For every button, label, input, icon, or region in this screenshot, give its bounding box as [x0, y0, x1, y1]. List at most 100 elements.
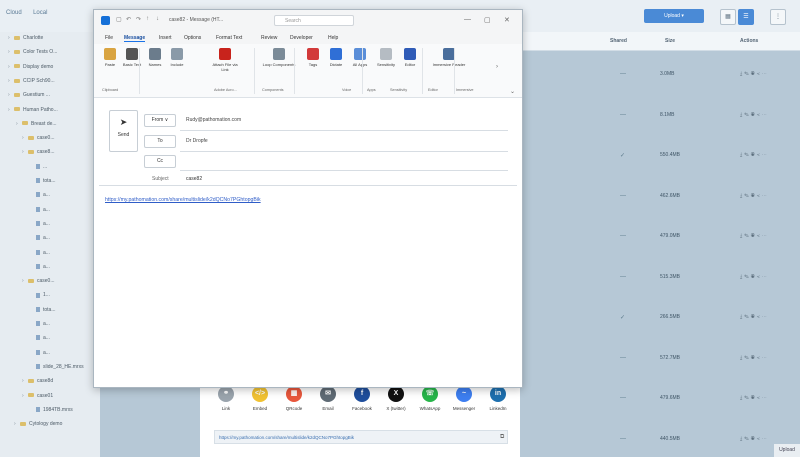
copy-icon[interactable]: ⧉	[500, 434, 504, 441]
sensitivity-icon	[380, 48, 392, 60]
more-icon[interactable]: ⋯	[762, 274, 769, 280]
cc-button[interactable]: Cc	[144, 155, 176, 168]
table-row[interactable]: ✓ 550.4MB ⤓✎◉≺⋯	[520, 136, 800, 176]
folder-icon	[28, 278, 34, 283]
menu-file[interactable]: File	[105, 35, 113, 41]
ribbon-include[interactable]: Include	[168, 48, 186, 67]
col-shared[interactable]: Shared	[610, 38, 627, 44]
ribbon-all-apps[interactable]: All Apps	[351, 48, 369, 67]
all-apps-icon	[354, 48, 366, 60]
ribbon-sensitivity[interactable]: Sensitivity	[375, 48, 397, 67]
save-icon[interactable]: ▢	[116, 16, 122, 23]
upload-button[interactable]: Upload ▾	[644, 9, 704, 23]
more-icon[interactable]: ⋯	[762, 193, 769, 199]
list-view-icon[interactable]: ☰	[738, 9, 754, 25]
message-body[interactable]	[99, 188, 517, 383]
tree-item[interactable]: › Color Tests O...	[0, 49, 108, 62]
more-icon[interactable]: ⋯	[762, 395, 769, 401]
close-icon[interactable]: ✕	[504, 16, 510, 24]
up-icon[interactable]: ↑	[146, 16, 149, 22]
table-row[interactable]: ✓ 266.5MB ⤓✎◉≺⋯	[520, 298, 800, 338]
menu-message[interactable]: Message	[124, 35, 146, 42]
share-messenger[interactable]: ~ Messenger	[450, 386, 478, 411]
share-email[interactable]: ✉ Email	[314, 386, 342, 411]
table-row[interactable]: — 572.7MB ⤓✎◉≺⋯	[520, 339, 800, 379]
share-whatsapp[interactable]: ☏ WhatsApp	[416, 386, 444, 411]
menu-review[interactable]: Review	[261, 35, 277, 41]
to-field[interactable]: Dr Dropfe	[186, 138, 208, 144]
table-row[interactable]: — 479.0MB ⤓✎◉≺⋯	[520, 217, 800, 257]
table-row[interactable]: — 8.1MB ⤓✎◉≺⋯	[520, 96, 800, 136]
group-immersive: Immersive	[456, 88, 474, 92]
send-button[interactable]: ➤ Send	[109, 110, 138, 152]
share-embed[interactable]: </> Embed	[246, 386, 274, 411]
ribbon-editor[interactable]: Editor	[399, 48, 421, 67]
grid-view-icon[interactable]: ▦	[720, 9, 736, 25]
more-icon[interactable]: ⋯	[762, 436, 769, 442]
ribbon-tags[interactable]: Tags	[304, 48, 322, 67]
table-row[interactable]: — 515.3MB ⤓✎◉≺⋯	[520, 258, 800, 298]
ribbon-label: Paste	[104, 62, 116, 67]
ribbon-names[interactable]: Names	[146, 48, 164, 67]
more-icon[interactable]: ⋯	[762, 355, 769, 361]
tree-item[interactable]: › CCIP Sch90...	[0, 78, 108, 91]
menu-insert[interactable]: Insert	[159, 35, 172, 41]
table-row[interactable]: — 440.5MB ⤓✎◉≺⋯	[520, 420, 800, 460]
minimize-icon[interactable]: —	[464, 16, 471, 23]
email-icon: ✉	[320, 386, 336, 402]
ribbon-dictate[interactable]: Dictate	[326, 48, 346, 67]
menu-format-text[interactable]: Format Text	[216, 35, 242, 41]
search-input[interactable]: Search	[274, 15, 354, 26]
menu-developer[interactable]: Developer	[290, 35, 313, 41]
undo-icon[interactable]: ↶	[126, 16, 131, 23]
down-icon[interactable]: ↓	[156, 16, 159, 22]
share-label: X (twitter)	[386, 406, 406, 411]
tree-item-label: a...	[43, 321, 50, 327]
ribbon-attach-file-via-link[interactable]: Attach File via Link	[210, 48, 240, 72]
file-size: 462.6MB	[660, 192, 681, 199]
share-facebook[interactable]: f Facebook	[348, 386, 376, 411]
ribbon-expand-icon[interactable]: ›	[496, 64, 498, 70]
col-size[interactable]: Size	[665, 38, 675, 44]
share-x-twitter[interactable]: X X (twitter)	[382, 386, 410, 411]
more-icon[interactable]: ⋯	[762, 152, 769, 158]
menu-options[interactable]: Options	[184, 35, 201, 41]
more-icon[interactable]: ⋯	[762, 71, 769, 77]
more-icon[interactable]: ⋯	[762, 314, 769, 320]
subject-field[interactable]: case82	[186, 176, 202, 182]
ribbon-immersive-reader[interactable]: Immersive Reader	[429, 48, 469, 67]
share-linkedin[interactable]: in LinkedIn	[484, 386, 512, 411]
tab-cloud[interactable]: Cloud	[6, 10, 22, 16]
share-link-field[interactable]: https://my.pathomation.com/share/multisl…	[214, 430, 508, 444]
redo-icon[interactable]: ↷	[136, 16, 141, 23]
from-button[interactable]: From ∨	[144, 114, 176, 127]
share-link[interactable]: ⚭ Link	[212, 386, 240, 411]
table-row[interactable]: — 462.6MB ⤓✎◉≺⋯	[520, 177, 800, 217]
tree-item[interactable]: › Guestium ...	[0, 92, 108, 105]
tab-local[interactable]: Local	[33, 10, 47, 16]
body-link[interactable]: https://my.pathomation.com/share/multisl…	[105, 197, 261, 203]
maximize-icon[interactable]: ▢	[484, 16, 491, 24]
tree-item-label: a...	[43, 206, 50, 213]
whatsapp-icon: ☏	[422, 386, 438, 402]
ribbon-loop-components[interactable]: Loop Components	[259, 48, 299, 67]
table-row[interactable]: — 479.6MB ⤓✎◉≺⋯	[520, 379, 800, 419]
more-icon[interactable]: ⋮	[770, 9, 786, 25]
tree-item-label: a...	[43, 335, 50, 342]
share-qrcode[interactable]: ▦ QRcode	[280, 386, 308, 411]
more-icon[interactable]: ⋯	[762, 233, 769, 239]
tree-item[interactable]: › Human Patho...	[0, 107, 108, 120]
tree-item[interactable]: › Cytology demo	[0, 421, 114, 434]
ribbon-collapse-icon[interactable]: ⌄	[510, 88, 515, 95]
ribbon-label: Loop Components	[262, 62, 296, 67]
to-button[interactable]: To	[144, 135, 176, 148]
table-row[interactable]: — 3.0MB ⤓✎◉≺⋯	[520, 55, 800, 95]
upload-tab[interactable]: Upload	[774, 444, 800, 457]
shared-status: —	[620, 435, 626, 442]
tree-item[interactable]: › Display demo	[0, 64, 108, 77]
divider	[180, 130, 508, 131]
more-icon[interactable]: ⋯	[762, 112, 769, 118]
tree-item[interactable]: › Charlotte	[0, 35, 108, 48]
ribbon-paste[interactable]: Paste	[102, 48, 118, 67]
menu-help[interactable]: Help	[328, 35, 338, 41]
